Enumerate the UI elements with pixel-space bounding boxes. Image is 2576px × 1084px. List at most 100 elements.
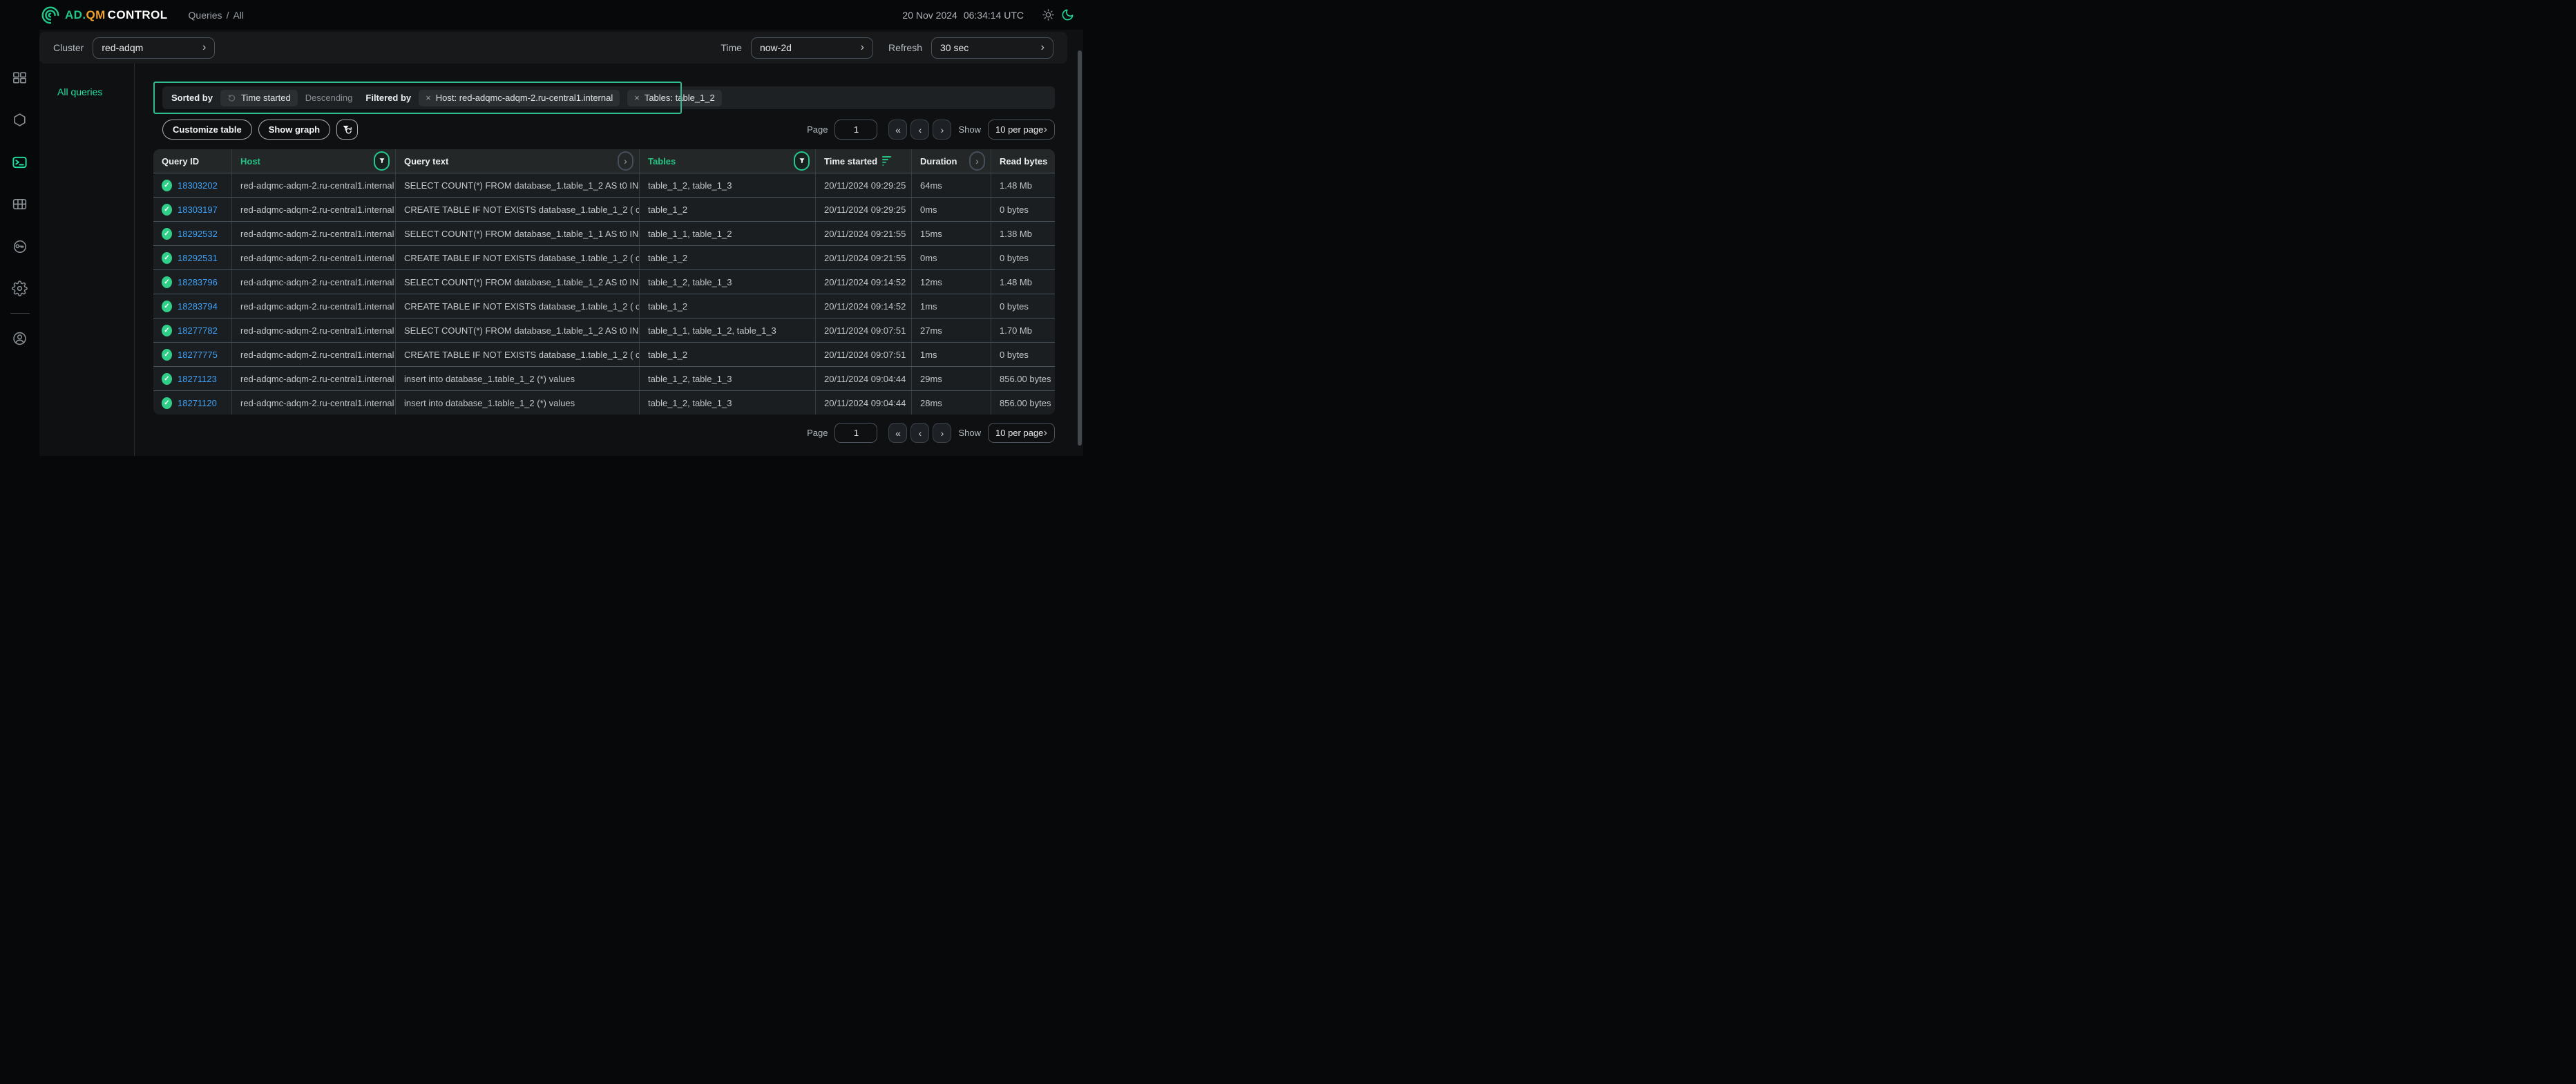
column-header-time-started[interactable]: Time started (815, 149, 911, 173)
filter-zone: Sorted by Time started Descending Filter… (153, 82, 1055, 114)
table-row[interactable]: ✓ 18283796 red-adqmc-adqm-2.ru-central1.… (153, 269, 1055, 294)
cell-tables: table_1_2 (639, 246, 815, 269)
cell-tables: table_1_2 (639, 198, 815, 221)
page-number-input[interactable] (834, 423, 877, 443)
cell-tables: table_1_2, table_1_3 (639, 367, 815, 390)
query-id-link[interactable]: 18277775 (178, 350, 218, 360)
table-row[interactable]: ✓ 18283794 red-adqmc-adqm-2.ru-central1.… (153, 294, 1055, 318)
column-label: Time started (824, 156, 877, 167)
vertical-scrollbar-thumb[interactable] (1078, 50, 1082, 446)
table-row[interactable]: ✓ 18292532 red-adqmc-adqm-2.ru-central1.… (153, 221, 1055, 245)
table-header-row: Query ID Host Query text (153, 149, 1055, 173)
per-page-value: 10 per page (995, 124, 1043, 135)
table-row[interactable]: ✓ 18277782 red-adqmc-adqm-2.ru-central1.… (153, 318, 1055, 342)
table-row[interactable]: ✓ 18271123 red-adqmc-adqm-2.ru-central1.… (153, 366, 1055, 390)
expand-duration-button[interactable]: › (969, 151, 985, 171)
reset-filters-button[interactable] (336, 120, 358, 140)
app-logo[interactable]: AD.QMCONTROL (40, 5, 168, 26)
query-id-link[interactable]: 18303197 (178, 205, 218, 215)
chevron-right-icon: › (1044, 428, 1047, 439)
cell-query-text: CREATE TABLE IF NOT EXISTS database_1.ta… (395, 198, 639, 221)
gear-icon[interactable] (12, 280, 28, 296)
cell-time-started: 20/11/2024 09:21:55 (815, 246, 911, 269)
show-graph-button[interactable]: Show graph (258, 120, 330, 140)
cell-query-id: ✓ 18277782 (153, 318, 231, 342)
refresh-interval-select[interactable]: 30 sec › (931, 37, 1053, 59)
column-header-host[interactable]: Host (231, 149, 395, 173)
filter-chip-host[interactable]: × Host: red-adqmc-adqm-2.ru-central1.int… (419, 90, 620, 106)
query-id-link[interactable]: 18271120 (178, 398, 217, 408)
column-header-tables[interactable]: Tables (639, 149, 815, 173)
sort-direction[interactable]: Descending (305, 93, 353, 103)
customize-table-button[interactable]: Customize table (162, 120, 252, 140)
cell-read-bytes: 0 bytes (991, 246, 1055, 269)
query-id-link[interactable]: 18283794 (178, 301, 218, 312)
next-page-button[interactable]: › (933, 423, 951, 443)
sort-field-chip[interactable]: Time started (220, 90, 298, 106)
query-id-link[interactable]: 18283796 (178, 277, 218, 287)
host-filter-button[interactable] (374, 151, 390, 171)
show-label: Show (958, 124, 981, 135)
light-theme-sun-icon[interactable] (1040, 8, 1056, 23)
dark-theme-moon-icon[interactable] (1060, 8, 1075, 23)
table-row[interactable]: ✓ 18303197 red-adqmc-adqm-2.ru-central1.… (153, 197, 1055, 221)
column-header-query-id[interactable]: Query ID (153, 149, 231, 173)
query-table-body: ✓ 18303202 red-adqmc-adqm-2.ru-central1.… (153, 173, 1055, 415)
first-page-button[interactable]: « (888, 423, 907, 443)
cluster-select[interactable]: red-adqm › (93, 37, 215, 59)
hexagon-nodes-icon[interactable] (12, 112, 28, 128)
column-label: Tables (648, 156, 676, 167)
query-id-link[interactable]: 18303202 (178, 180, 218, 191)
query-id-link[interactable]: 18292531 (178, 253, 218, 263)
account-icon[interactable] (12, 330, 28, 346)
prev-page-button[interactable]: ‹ (910, 423, 929, 443)
tables-filter-button[interactable] (794, 151, 810, 171)
query-id-link[interactable]: 18292532 (178, 229, 218, 239)
cell-query-id: ✓ 18283796 (153, 270, 231, 294)
per-page-select[interactable]: 10 per page › (988, 423, 1055, 443)
filter-reset-icon (341, 124, 353, 135)
column-header-query-text[interactable]: Query text › (395, 149, 639, 173)
dashboard-icon[interactable] (12, 70, 28, 86)
table-icon[interactable] (12, 196, 28, 212)
success-check-icon: ✓ (162, 301, 172, 312)
time-range-select[interactable]: now-2d › (751, 37, 873, 59)
actions-row: Customize table Show graph (153, 120, 1055, 140)
cell-query-id: ✓ 18303202 (153, 173, 231, 197)
remove-filter-icon[interactable]: × (634, 93, 640, 103)
next-page-button[interactable]: › (933, 120, 951, 140)
table-row[interactable]: ✓ 18292531 red-adqmc-adqm-2.ru-central1.… (153, 245, 1055, 269)
expand-query-text-button[interactable]: › (618, 151, 633, 171)
column-header-read-bytes[interactable]: Read bytes (991, 149, 1055, 173)
per-page-select[interactable]: 10 per page › (988, 120, 1055, 140)
page-number-input[interactable] (834, 120, 877, 140)
query-id-link[interactable]: 18277782 (178, 325, 218, 336)
context-toolbar: Cluster red-adqm › Time now-2d › Refresh… (39, 32, 1067, 64)
column-label: Read bytes (1000, 156, 1047, 167)
cell-query-id: ✓ 18303197 (153, 198, 231, 221)
time-range-value: now-2d (760, 42, 792, 53)
first-page-button[interactable]: « (888, 120, 907, 140)
terminal-queries-icon[interactable] (12, 154, 28, 170)
cell-host: red-adqmc-adqm-2.ru-central1.internal (231, 367, 395, 390)
success-check-icon: ✓ (162, 325, 172, 336)
success-check-icon: ✓ (162, 373, 172, 385)
breadcrumb-page: All (233, 10, 244, 21)
bottom-pagination-row: Page « ‹ › Show 10 per page › (153, 423, 1055, 443)
column-header-duration[interactable]: Duration › (911, 149, 991, 173)
table-row[interactable]: ✓ 18303202 red-adqmc-adqm-2.ru-central1.… (153, 173, 1055, 197)
breadcrumb-section[interactable]: Queries (189, 10, 222, 21)
cell-duration: 0ms (911, 246, 991, 269)
subnav-item-all-queries[interactable]: All queries (57, 86, 134, 97)
table-row[interactable]: ✓ 18271120 red-adqmc-adqm-2.ru-central1.… (153, 390, 1055, 415)
cell-time-started: 20/11/2024 09:21:55 (815, 222, 911, 245)
cell-query-text: SELECT COUNT(*) FROM database_1.table_1_… (395, 173, 639, 197)
prev-page-button[interactable]: ‹ (910, 120, 929, 140)
remove-filter-icon[interactable]: × (426, 93, 431, 103)
key-icon[interactable] (12, 238, 28, 254)
query-id-link[interactable]: 18271123 (178, 374, 217, 384)
cell-query-id: ✓ 18271123 (153, 367, 231, 390)
sort-descending-icon[interactable] (882, 156, 891, 166)
filter-chip-tables[interactable]: × Tables: table_1_2 (627, 90, 722, 106)
table-row[interactable]: ✓ 18277775 red-adqmc-adqm-2.ru-central1.… (153, 342, 1055, 366)
